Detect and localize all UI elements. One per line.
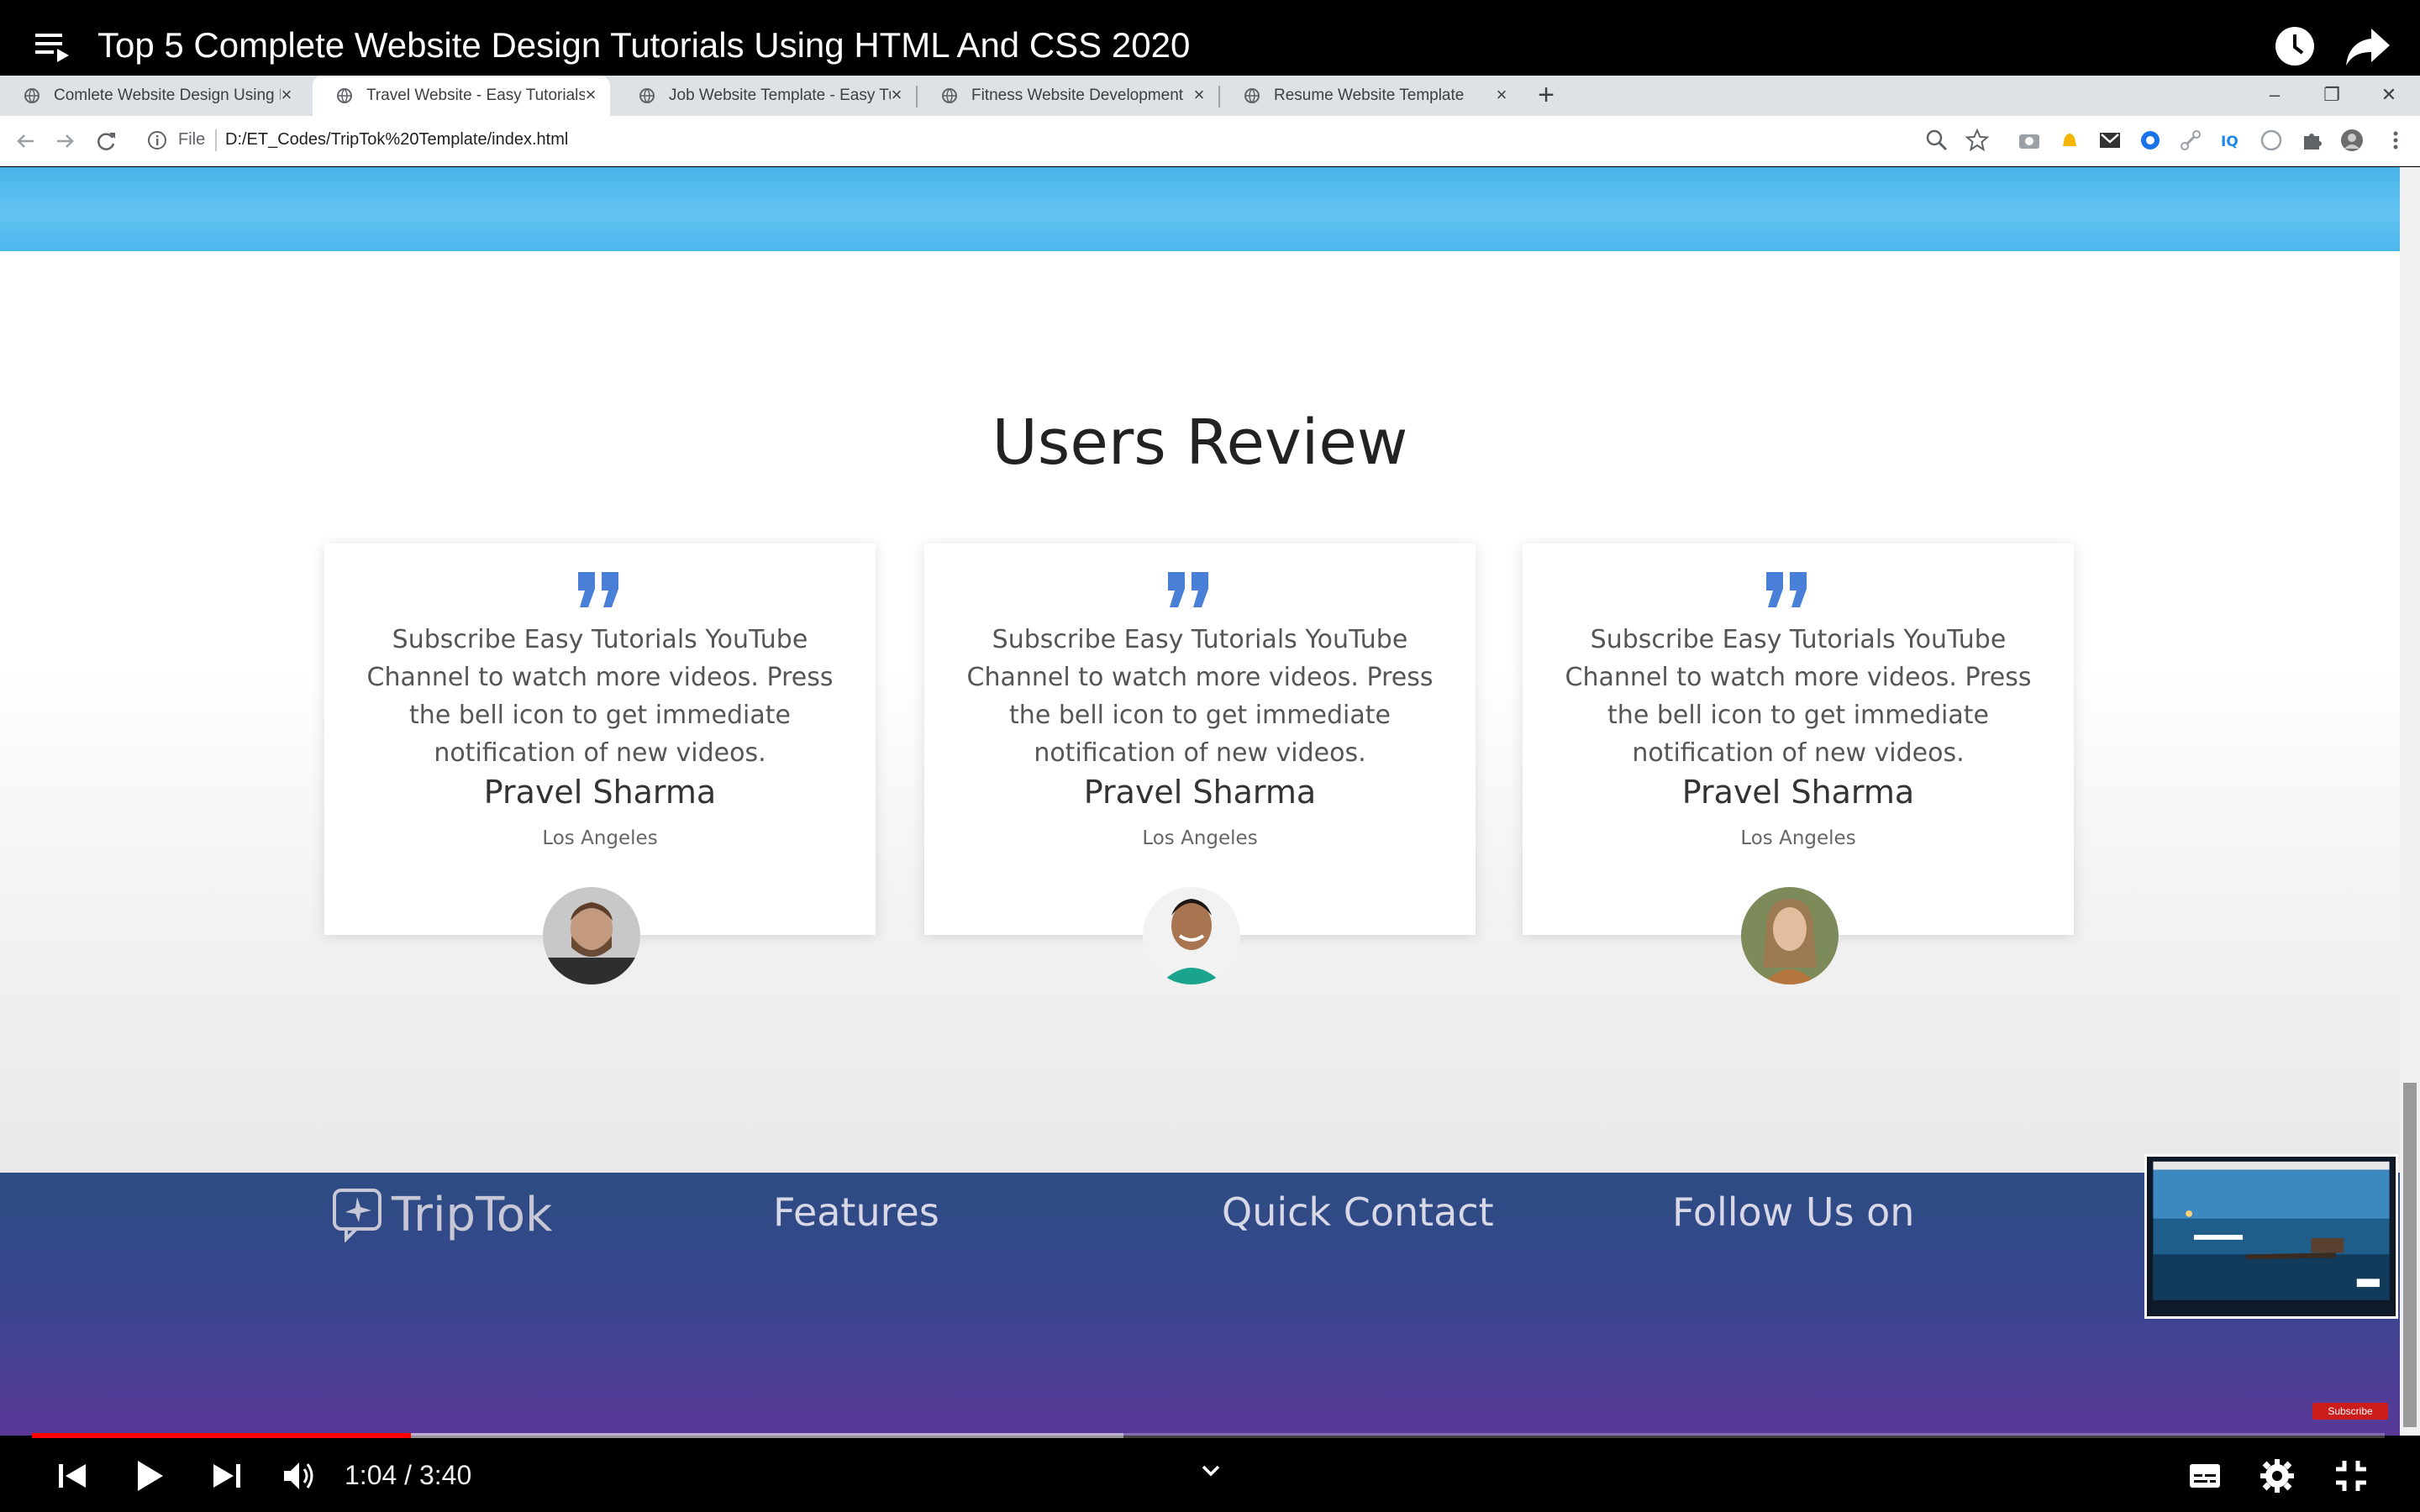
quote-icon — [1766, 572, 1807, 607]
video-preview-thumbnail[interactable] — [2144, 1154, 2398, 1319]
blue-extension-icon[interactable] — [2138, 128, 2163, 153]
video-title[interactable]: Top 5 Complete Website Design Tutorials … — [97, 24, 1190, 67]
footer-logo[interactable]: TripTok — [331, 1186, 553, 1243]
address-bar[interactable]: D:/ET_Codes/TripTok%20Template/index.htm… — [225, 130, 568, 150]
volume-icon[interactable] — [281, 1457, 318, 1494]
reviewer-location: Los Angeles — [542, 827, 658, 849]
reviewer-location: Los Angeles — [1740, 827, 1856, 849]
minimize-icon[interactable]: – — [2262, 82, 2287, 108]
review-card: Subscribe Easy Tutorials YouTube Channel… — [324, 543, 876, 935]
quote-icon — [1168, 572, 1208, 607]
svg-text:IQ: IQ — [2221, 134, 2238, 150]
watch-later-icon[interactable] — [2274, 25, 2316, 67]
profile-avatar-icon[interactable] — [2339, 128, 2365, 153]
extensions-puzzle-icon[interactable] — [2299, 128, 2324, 153]
url-scheme-label: File — [178, 130, 206, 149]
reviewer-avatar — [1143, 887, 1240, 984]
circle-extension-icon[interactable] — [2259, 128, 2284, 153]
menu-kebab-icon[interactable] — [2383, 128, 2408, 153]
browser-tab[interactable]: Fitness Website Development × — [918, 76, 1218, 116]
reviewer-location: Los Angeles — [1142, 827, 1258, 849]
bookmark-star-icon[interactable] — [1965, 128, 1990, 153]
globe-icon — [1244, 88, 1260, 104]
subscribe-badge[interactable]: Subscribe — [2312, 1403, 2388, 1420]
close-icon[interactable]: × — [887, 86, 906, 104]
review-card: Subscribe Easy Tutorials YouTube Channel… — [924, 543, 1476, 935]
review-text: Subscribe Easy Tutorials YouTube Channel… — [966, 625, 1434, 768]
tab-label: Job Website Template - Easy Tut — [669, 87, 891, 104]
browser-tab[interactable]: Job Website Template - Easy Tut × — [615, 76, 916, 116]
tab-label: Fitness Website Development — [971, 87, 1184, 104]
tab-label: Comlete Website Design Using H — [54, 87, 281, 104]
browser-tab-strip: Comlete Website Design Using H × Travel … — [0, 76, 2420, 116]
reviews-section: Users Review Subscribe Easy Tutorials Yo… — [0, 251, 2400, 1173]
browser-tab[interactable]: Comlete Website Design Using H × — [0, 76, 306, 116]
close-icon[interactable]: × — [581, 86, 600, 104]
scrollbar-thumb[interactable] — [2403, 1083, 2417, 1427]
chevron-down-icon[interactable] — [1198, 1458, 1223, 1483]
camera-extension-icon[interactable] — [2017, 128, 2042, 153]
browser-tab[interactable]: Resume Website Template × — [1220, 76, 1521, 116]
globe-icon — [24, 88, 39, 104]
plane-logo-icon — [333, 1189, 381, 1242]
screen: { "video": { "title": "Top 5 Complete We… — [0, 0, 2420, 1512]
quote-icon — [578, 572, 618, 607]
settings-gear-icon[interactable] — [2259, 1457, 2296, 1494]
exit-fullscreen-icon[interactable] — [2333, 1457, 2370, 1494]
new-tab-button[interactable]: + — [1531, 81, 1561, 111]
gmail-extension-icon[interactable] — [2097, 128, 2123, 153]
video-time: 1:04 / 3:40 — [345, 1460, 472, 1490]
play-icon[interactable] — [131, 1457, 168, 1494]
footer-heading-follow-us: Follow Us on — [1672, 1189, 1915, 1235]
review-text: Subscribe Easy Tutorials YouTube Channel… — [366, 625, 834, 768]
restore-icon[interactable]: ❐ — [2319, 82, 2344, 108]
iq-extension-icon[interactable]: IQ — [2218, 128, 2244, 153]
footer-heading-quick-contact: Quick Contact — [1222, 1189, 1494, 1235]
reviewer-name: Pravel Sharma — [483, 774, 717, 811]
footer-logo-text: TripTok — [392, 1187, 553, 1242]
footer-heading-features: Features — [773, 1189, 939, 1235]
globe-icon — [639, 88, 655, 104]
page-scrollbar[interactable] — [2400, 167, 2420, 1436]
close-icon[interactable]: × — [277, 86, 296, 104]
playlist-icon[interactable] — [34, 29, 72, 67]
globe-icon — [942, 88, 957, 104]
close-icon[interactable]: × — [1190, 86, 1208, 104]
reviewer-name: Pravel Sharma — [1681, 774, 1915, 811]
back-icon[interactable] — [12, 128, 39, 155]
review-card: Subscribe Easy Tutorials YouTube Channel… — [1523, 543, 2074, 935]
info-icon[interactable] — [146, 129, 168, 151]
tab-label: Travel Website - Easy Tutorials — [366, 87, 585, 104]
url-separator — [215, 129, 217, 151]
captions-icon[interactable] — [2186, 1457, 2223, 1494]
previous-icon[interactable] — [54, 1457, 91, 1494]
window-close-icon[interactable]: ✕ — [2376, 82, 2402, 108]
reviews-section-title: Users Review — [992, 407, 1408, 479]
reviewer-avatar — [1741, 887, 1839, 984]
zoom-icon[interactable] — [1924, 128, 1949, 153]
review-text: Subscribe Easy Tutorials YouTube Channel… — [1565, 625, 2032, 768]
forward-icon[interactable] — [52, 128, 79, 155]
link-extension-icon[interactable] — [2178, 128, 2203, 153]
video-title-bar: Top 5 Complete Website Design Tutorials … — [0, 0, 2420, 76]
page-viewport: Users Review Subscribe Easy Tutorials Yo… — [0, 167, 2400, 1436]
share-icon[interactable] — [2344, 25, 2391, 67]
next-icon[interactable] — [208, 1457, 245, 1494]
close-icon[interactable]: × — [1492, 86, 1511, 104]
globe-icon — [337, 88, 352, 104]
reviewer-avatar — [543, 887, 640, 984]
bell-extension-icon[interactable] — [2057, 128, 2082, 153]
reload-icon[interactable] — [92, 128, 119, 155]
tab-label: Resume Website Template — [1274, 87, 1465, 104]
hero-banner-bottom — [0, 167, 2400, 251]
browser-tab-active[interactable]: Travel Website - Easy Tutorials × — [313, 76, 610, 116]
reviewer-name: Pravel Sharma — [1083, 774, 1317, 811]
